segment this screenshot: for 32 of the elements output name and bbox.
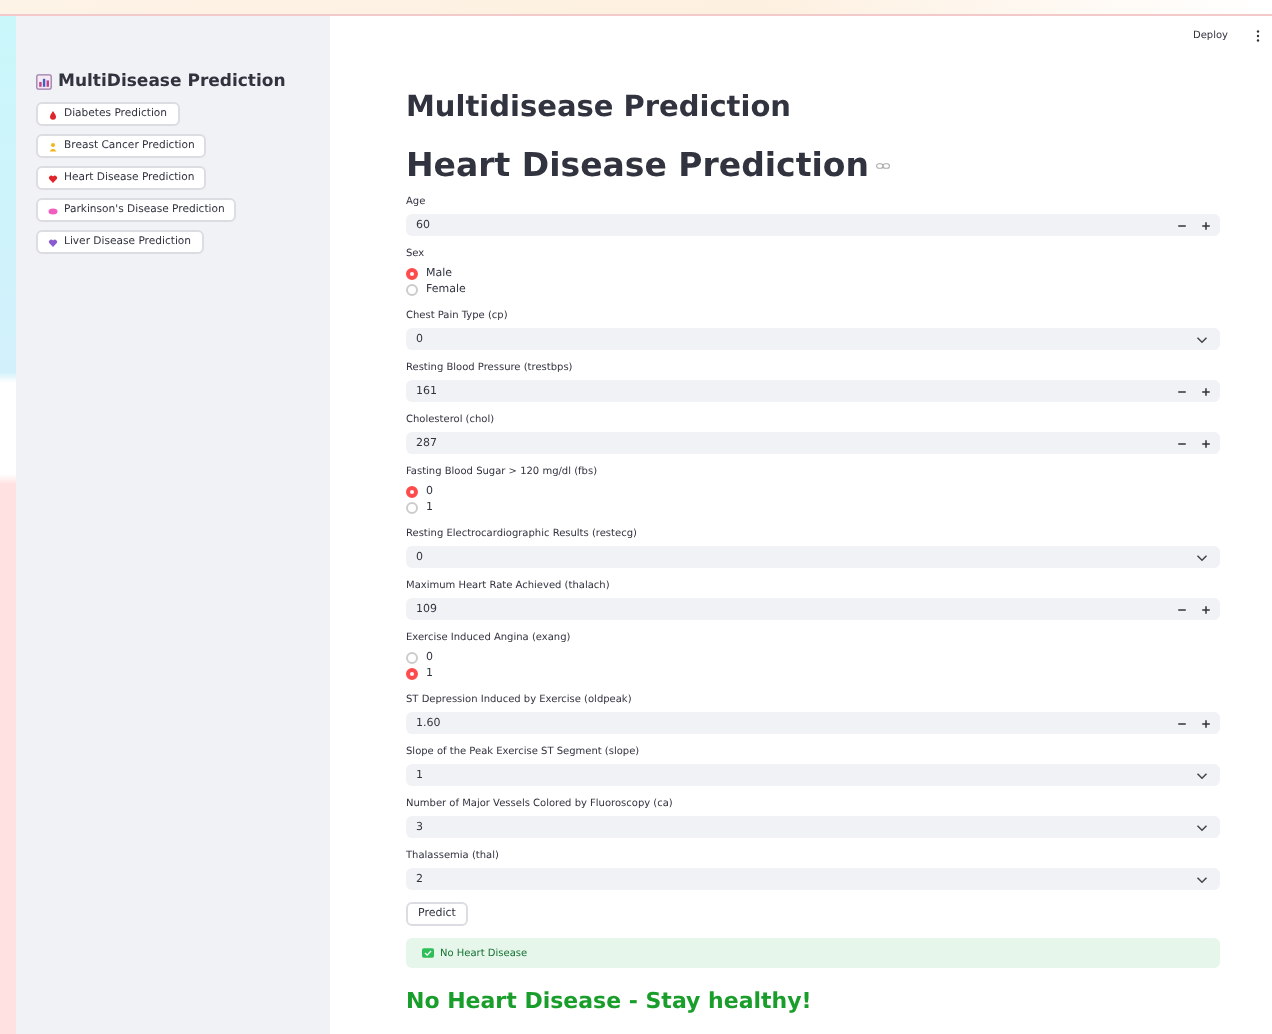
drop-icon xyxy=(48,109,58,119)
minus-icon[interactable] xyxy=(1176,385,1188,397)
result-message: No Heart Disease - Stay healthy! xyxy=(406,988,814,1014)
chart-icon xyxy=(36,74,52,90)
heart-icon xyxy=(48,237,58,247)
plus-icon[interactable] xyxy=(1200,385,1212,397)
sidebar-title: MultiDisease Prediction xyxy=(58,72,286,92)
radio-button[interactable] xyxy=(406,284,418,296)
page-title: Multidisease Prediction xyxy=(406,92,793,124)
radio-button[interactable] xyxy=(406,502,418,514)
radio-button[interactable] xyxy=(406,652,418,664)
plus-icon[interactable] xyxy=(1200,437,1212,449)
minus-icon[interactable] xyxy=(1176,603,1188,615)
person-icon xyxy=(48,141,58,151)
minus-icon[interactable] xyxy=(1176,219,1188,231)
plus-icon[interactable] xyxy=(1200,717,1212,729)
heart-icon xyxy=(48,173,58,183)
plus-icon[interactable] xyxy=(1200,219,1212,231)
chevron-icon xyxy=(1196,771,1208,779)
radio-button[interactable] xyxy=(406,486,418,498)
minus-icon[interactable] xyxy=(1176,437,1188,449)
chevron-icon xyxy=(1196,335,1208,343)
chevron-icon xyxy=(1196,875,1208,883)
radio-button[interactable] xyxy=(406,668,418,680)
plus-icon[interactable] xyxy=(1200,603,1212,615)
section-title: Heart Disease Prediction xyxy=(406,146,869,184)
chevron-icon xyxy=(1196,553,1208,561)
minus-icon[interactable] xyxy=(1176,717,1188,729)
radio-button[interactable] xyxy=(406,268,418,280)
check-icon xyxy=(422,948,434,958)
chevron-icon xyxy=(1196,823,1208,831)
brain-icon xyxy=(48,205,58,215)
